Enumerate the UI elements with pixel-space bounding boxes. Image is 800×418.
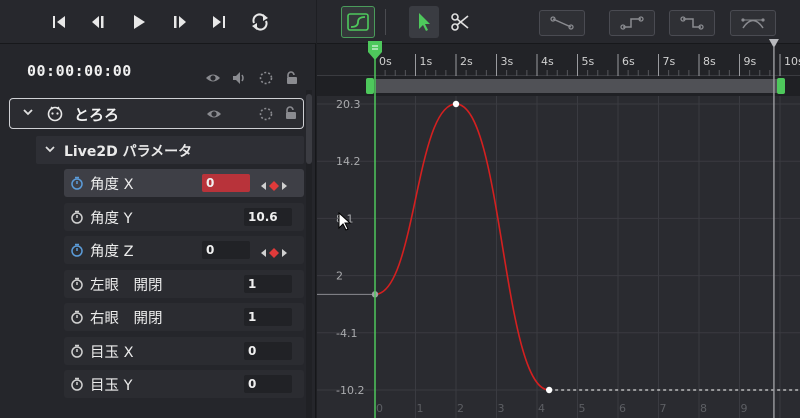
parameter-row[interactable]: 右眼 開閉 1 xyxy=(64,303,304,331)
eye-icon xyxy=(207,110,221,118)
parameter-value-input[interactable]: 0 xyxy=(244,341,292,360)
eye-icon xyxy=(206,74,220,82)
parameter-row[interactable]: 角度 Y 10.6 xyxy=(64,202,304,231)
stopwatch-icon[interactable] xyxy=(70,343,84,358)
next-keyframe-icon[interactable] xyxy=(282,249,287,257)
playhead-layer xyxy=(368,39,779,418)
step-curve-icon xyxy=(620,16,644,30)
scissors-icon xyxy=(451,13,469,31)
parameter-row[interactable]: 左眼 開閉 1 xyxy=(64,269,304,298)
solo-all-toggle[interactable] xyxy=(258,70,274,86)
parameter-value-input[interactable]: 1 xyxy=(244,274,292,293)
select-tool-button[interactable] xyxy=(409,6,439,38)
keyframe-nav[interactable] xyxy=(260,177,288,191)
parameter-label: 右眼 開閉 xyxy=(90,311,163,327)
parameter-label: 左眼 開閉 xyxy=(90,277,163,294)
model-track-row[interactable]: とろろ xyxy=(9,98,304,129)
speaker-icon xyxy=(233,72,244,84)
chevron-down-icon[interactable] xyxy=(44,143,56,155)
parameter-row[interactable]: 角度 Z 0 xyxy=(64,236,304,264)
parameter-value-input[interactable]: 0 xyxy=(202,241,250,259)
timeline-tracks-panel: 00:00:00:00 とろろ Live2D パラメータ 角度 X 0 角度 Y 10… xyxy=(0,0,316,418)
hold-curve-icon xyxy=(680,16,704,30)
linear-curve-icon xyxy=(550,16,574,30)
play-button[interactable] xyxy=(126,9,152,35)
parameter-row[interactable]: 目玉 X 0 xyxy=(64,336,304,365)
skip-end-icon xyxy=(213,16,225,28)
stopwatch-icon[interactable] xyxy=(70,175,84,190)
parameter-label: 目玉 X xyxy=(90,344,134,361)
stopwatch-icon[interactable] xyxy=(70,242,84,257)
track-list-scroll-thumb[interactable] xyxy=(306,94,312,164)
curve-icon xyxy=(347,13,369,31)
parameter-group-row[interactable]: Live2D パラメータ xyxy=(36,136,304,164)
parameter-label: 角度 Z xyxy=(90,244,134,260)
transport-bar xyxy=(0,0,316,44)
lock-all-toggle[interactable] xyxy=(284,70,300,86)
prev-keyframe-icon[interactable] xyxy=(261,182,266,190)
parameter-label: 目玉 Y xyxy=(90,378,133,394)
skip-to-start-button[interactable] xyxy=(46,9,72,35)
loop-button[interactable] xyxy=(247,9,273,35)
skip-to-end-button[interactable] xyxy=(206,9,232,35)
playhead-handle[interactable] xyxy=(368,41,382,60)
stopwatch-icon[interactable] xyxy=(70,376,84,391)
keyframe-nav[interactable] xyxy=(260,244,288,258)
hold-interpolation-button[interactable] xyxy=(669,10,715,36)
toolbar-separator xyxy=(385,9,386,35)
parameter-label: 角度 Y xyxy=(90,210,133,227)
parameter-group-label: Live2D パラメータ xyxy=(64,144,193,160)
unlock-icon xyxy=(287,71,297,84)
parameter-row[interactable]: 角度 X 0 xyxy=(64,169,304,197)
timecode-display: 00:00:00:00 xyxy=(27,62,132,80)
next-frame-button[interactable] xyxy=(166,9,192,35)
prev-frame-icon xyxy=(92,16,104,28)
model-lock-toggle[interactable] xyxy=(283,105,299,121)
model-visibility-toggle[interactable] xyxy=(206,106,222,122)
step-interpolation-button[interactable] xyxy=(609,10,655,36)
keyframe-diamond-icon[interactable] xyxy=(269,248,279,258)
parameter-row[interactable]: 目玉 Y 0 xyxy=(64,370,304,398)
mute-all-toggle[interactable] xyxy=(231,70,247,86)
dotted-circle-icon xyxy=(259,107,273,121)
bezier-curve-icon xyxy=(741,18,765,29)
curve-editor-toggle[interactable] xyxy=(341,6,375,38)
stopwatch-icon[interactable] xyxy=(70,209,84,224)
visibility-all-toggle[interactable] xyxy=(205,70,221,86)
cursor-arrow-icon xyxy=(419,13,430,31)
parameter-value-input[interactable]: 1 xyxy=(244,308,292,326)
chevron-down-icon[interactable] xyxy=(21,105,35,119)
parameter-value-input[interactable]: 10.6 xyxy=(244,207,292,226)
prev-keyframe-icon[interactable] xyxy=(261,249,266,257)
stopwatch-icon[interactable] xyxy=(70,276,84,291)
bezier-interpolation-button[interactable] xyxy=(730,10,776,36)
model-solo-toggle[interactable] xyxy=(258,106,274,122)
stopwatch-icon[interactable] xyxy=(70,309,84,324)
unlock-icon xyxy=(286,106,296,119)
mouse-cursor-icon xyxy=(338,212,352,231)
keyframe-diamond-icon[interactable] xyxy=(269,181,279,191)
next-keyframe-icon[interactable] xyxy=(282,182,287,190)
cut-tool-button[interactable] xyxy=(445,6,475,38)
dotted-circle-icon xyxy=(259,71,273,85)
next-frame-icon xyxy=(174,16,186,28)
character-face-icon xyxy=(47,106,63,122)
skip-start-icon xyxy=(53,16,65,28)
parameter-value-input[interactable]: 0 xyxy=(244,375,292,393)
parameter-label: 角度 X xyxy=(90,177,134,193)
parameter-value-input[interactable]: 0 xyxy=(202,174,250,192)
prev-frame-button[interactable] xyxy=(86,9,112,35)
play-icon xyxy=(134,15,145,29)
linear-interpolation-button[interactable] xyxy=(539,10,585,36)
model-name: とろろ xyxy=(74,106,120,124)
loop-icon xyxy=(252,13,268,31)
